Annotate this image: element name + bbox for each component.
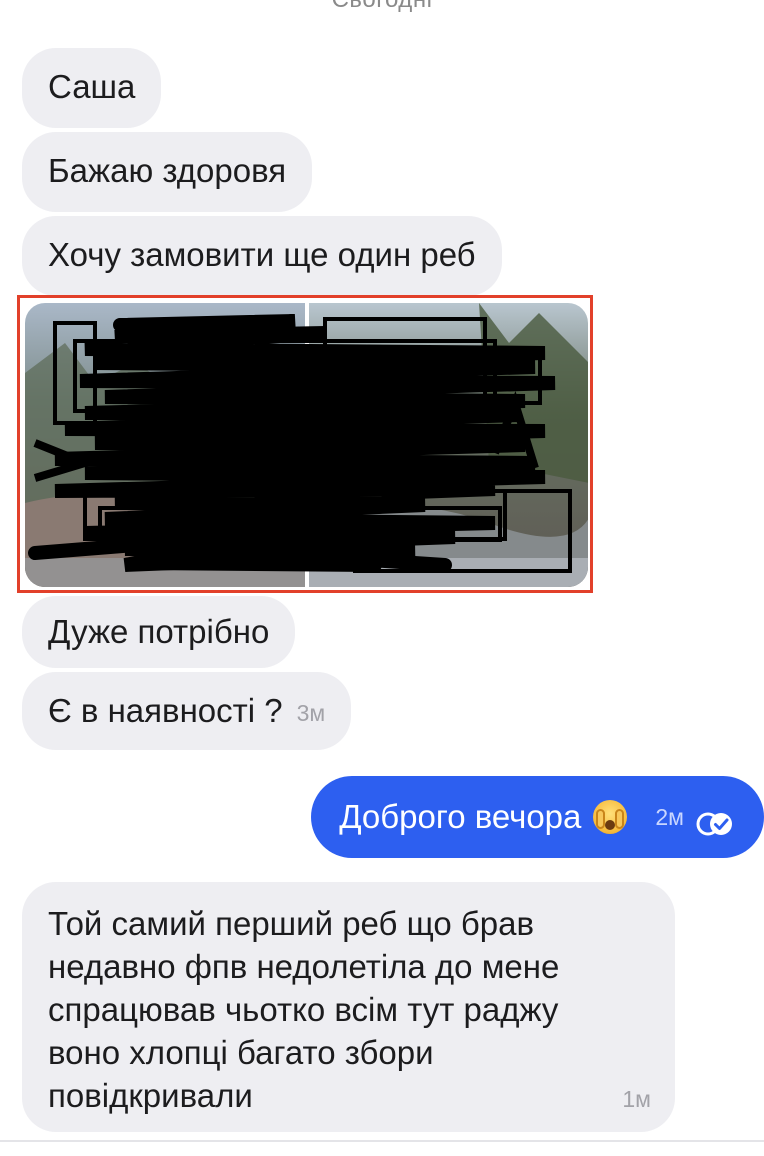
message-time: 3м <box>296 700 326 726</box>
image-attachment[interactable] <box>25 303 588 587</box>
message-bubble-incoming[interactable]: Є в наявності ? 3м <box>22 672 352 750</box>
message-text-line: воно хлопці багато збори <box>48 1034 434 1071</box>
message-bubble-incoming[interactable]: Той самий перший реб що брав недавно фпв… <box>22 882 675 1132</box>
message-bubble-incoming[interactable]: Дуже потрібно <box>22 596 296 668</box>
message-bubble-incoming[interactable]: Бажаю здоровя <box>22 132 313 212</box>
date-header: Сьогодні <box>0 0 764 14</box>
message-text-line: повідкривали <box>48 1077 253 1114</box>
divider <box>0 1140 764 1142</box>
face-with-hand-over-mouth-emoji <box>593 800 628 834</box>
message-time: 2м <box>655 804 684 830</box>
message-bubble-incoming[interactable]: Хочу замовити ще один реб <box>22 216 502 296</box>
redaction-scribble <box>28 314 572 573</box>
message-text: Бажаю здоровя <box>48 152 287 189</box>
message-text: Є в наявності ? <box>48 692 283 729</box>
message-bubble-incoming[interactable]: Саша <box>22 48 162 128</box>
message-time: 1м <box>622 1086 651 1112</box>
message-text-line: спрацював чьотко всім тут раджу <box>48 991 559 1028</box>
message-text: Дуже потрібно <box>48 613 270 650</box>
chat-screen: Сьогодні Саша Бажаю здоровя Хочу замовит… <box>0 0 764 1156</box>
image-attachment-highlight <box>17 295 593 593</box>
message-text-line: Той самий перший реб що брав <box>48 905 535 942</box>
message-text: Саша <box>48 68 136 105</box>
message-text: Хочу замовити ще один реб <box>48 236 476 273</box>
read-receipt-icon <box>696 805 734 836</box>
message-bubble-outgoing[interactable]: Доброго вечора 2м <box>311 776 764 858</box>
message-text: Доброго вечора <box>339 798 582 835</box>
message-text-line: недавно фпв недолетіла до мене <box>48 948 560 985</box>
